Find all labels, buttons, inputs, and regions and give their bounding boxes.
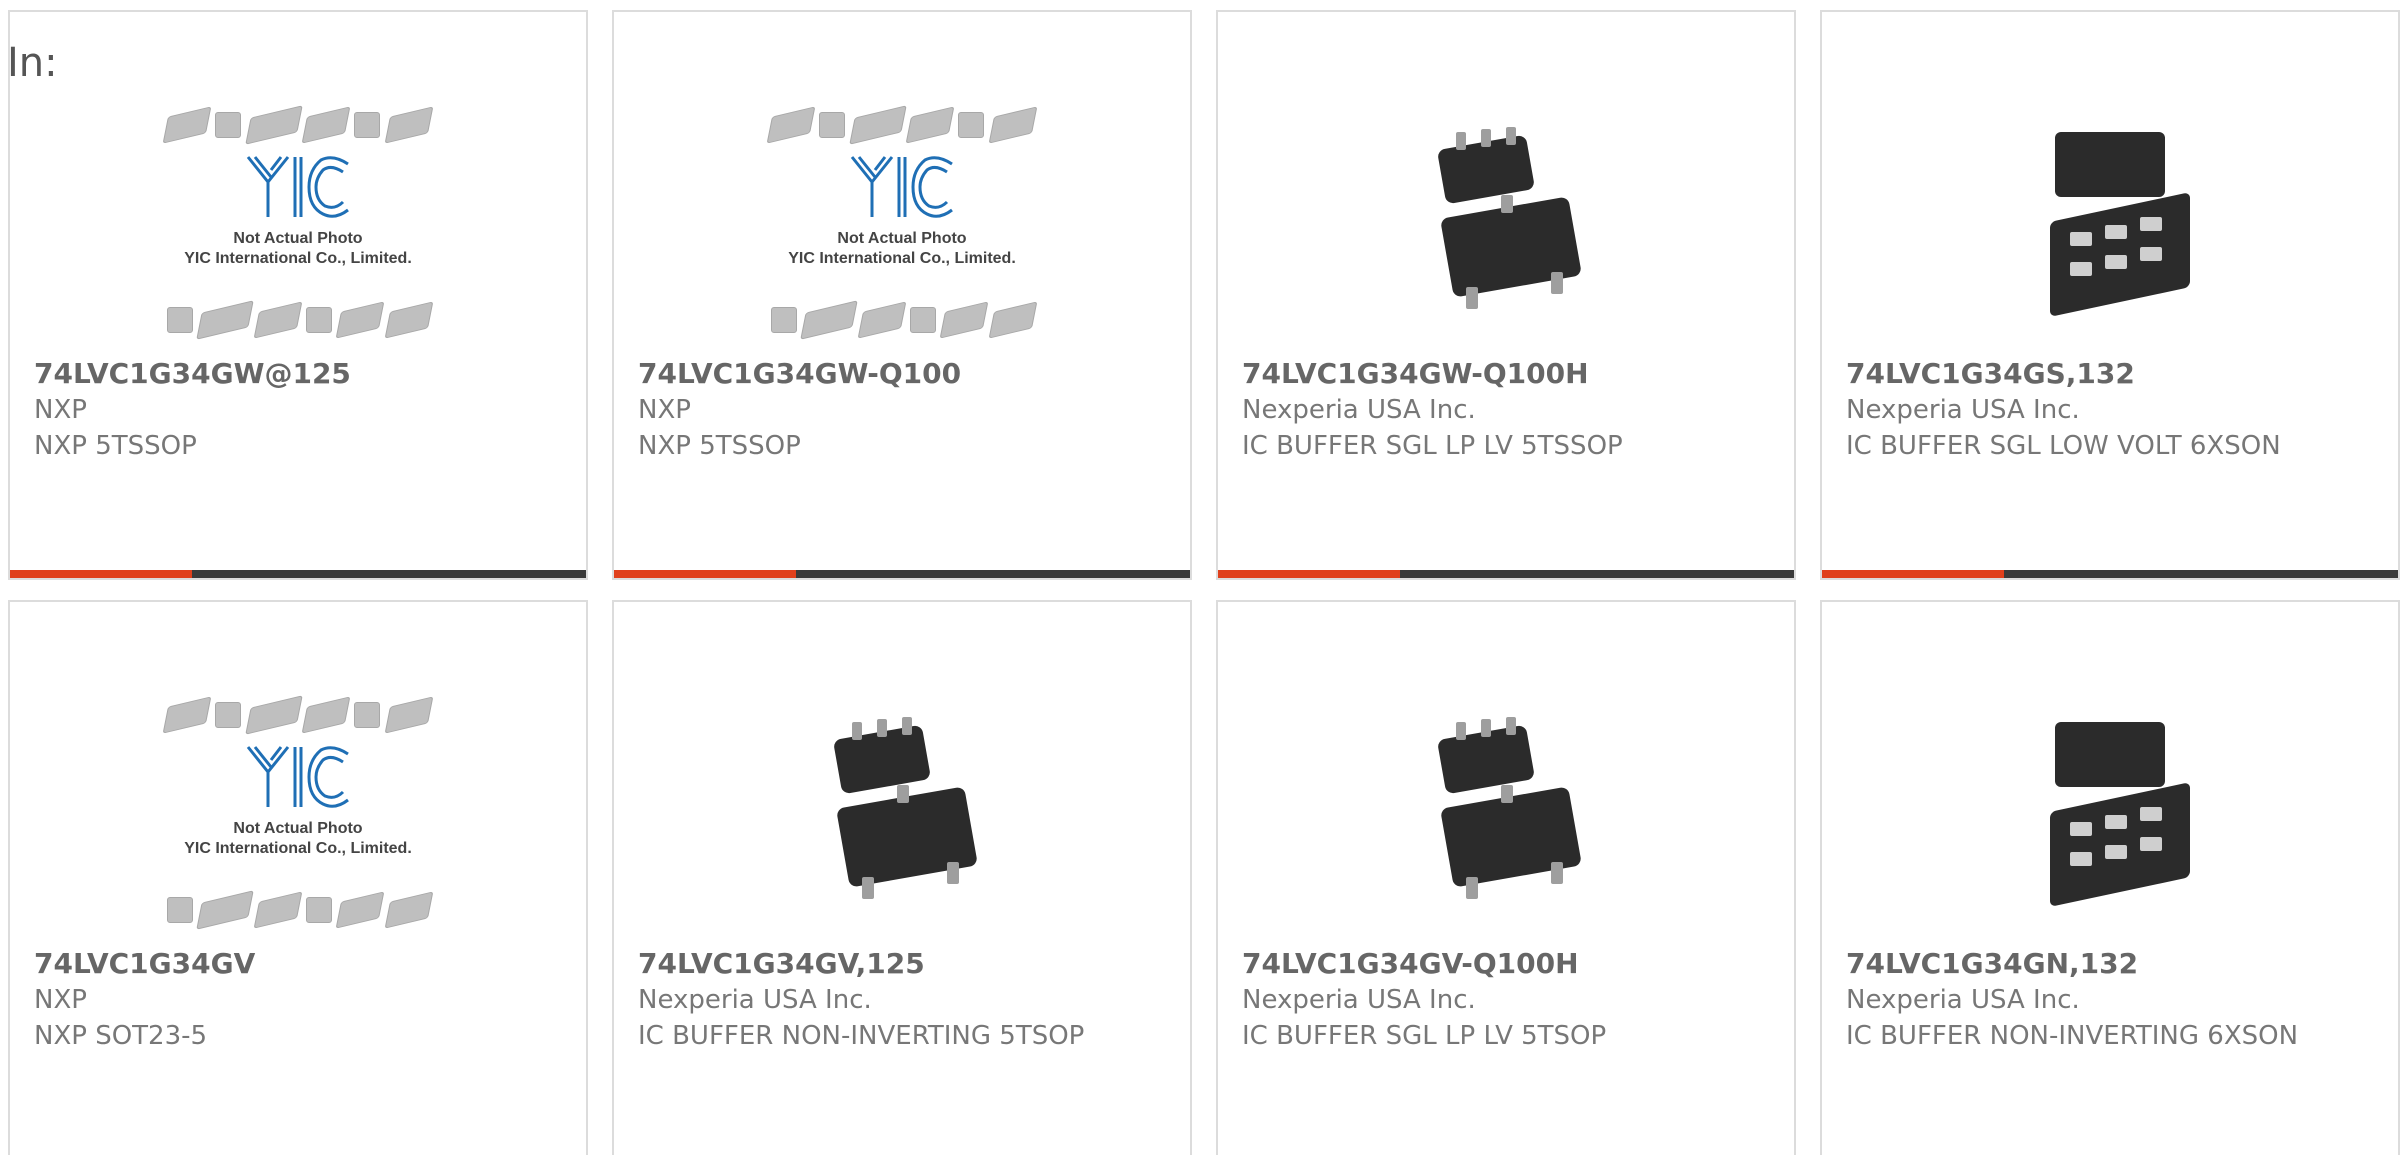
placeholder-company: YIC International Co., Limited. [788,250,1016,267]
product-manufacturer: NXP [34,985,87,1015]
product-manufacturer: Nexperia USA Inc. [1242,395,1476,425]
product-description: IC BUFFER SGL LP LV 5TSOP [1242,1021,1607,1051]
product-part-number[interactable]: 74LVC1G34GW@125 [34,357,351,390]
product-manufacturer: NXP [638,395,691,425]
product-part-number[interactable]: 74LVC1G34GV,125 [638,947,925,980]
card-accent-bar [1822,570,2004,578]
card-bottom-bar [10,570,586,578]
placeholder-note: Not Actual Photo [837,230,967,247]
xson-package-image [2010,117,2210,327]
yic-placeholder-image: Not Actual Photo YIC International Co., … [162,97,434,347]
card-accent-bar [614,570,796,578]
placeholder-company: YIC International Co., Limited. [184,840,412,857]
product-card[interactable]: 74LVC1G34GW-Q100H Nexperia USA Inc. IC B… [1216,10,1796,580]
product-description: NXP 5TSSOP [34,431,197,461]
sot-package-image [1406,117,1606,327]
yic-logo-icon [767,152,1037,222]
product-card[interactable]: 74LVC1G34GN,132 Nexperia USA Inc. IC BUF… [1820,600,2400,1155]
product-description: IC BUFFER NON-INVERTING 6XSON [1846,1021,2299,1051]
product-description: IC BUFFER SGL LP LV 5TSSOP [1242,431,1623,461]
filter-label: In: [7,40,58,86]
product-manufacturer: Nexperia USA Inc. [1242,985,1476,1015]
yic-placeholder-image: Not Actual Photo YIC International Co., … [766,97,1038,347]
yic-logo-icon [163,742,433,812]
product-manufacturer: Nexperia USA Inc. [1846,395,2080,425]
product-description: NXP 5TSSOP [638,431,801,461]
product-image[interactable]: Not Actual Photo YIC International Co., … [12,82,584,362]
card-accent-bar [10,570,192,578]
placeholder-note: Not Actual Photo [233,230,363,247]
sot-package-image [802,707,1002,917]
product-image[interactable]: Not Actual Photo YIC International Co., … [12,672,584,952]
product-part-number[interactable]: 74LVC1G34GN,132 [1846,947,2138,980]
product-description: IC BUFFER SGL LOW VOLT 6XSON [1846,431,2281,461]
yic-logo-icon [163,152,433,222]
product-part-number[interactable]: 74LVC1G34GW-Q100H [1242,357,1589,390]
product-card[interactable]: 74LVC1G34GV,125 Nexperia USA Inc. IC BUF… [612,600,1192,1155]
sot-package-image [1406,707,1606,917]
yic-placeholder-image: Not Actual Photo YIC International Co., … [162,687,434,937]
product-manufacturer: Nexperia USA Inc. [1846,985,2080,1015]
product-image[interactable] [1824,82,2396,362]
product-part-number[interactable]: 74LVC1G34GS,132 [1846,357,2135,390]
product-part-number[interactable]: 74LVC1G34GV [34,947,255,980]
xson-package-image [2010,707,2210,917]
product-card[interactable]: 74LVC1G34GS,132 Nexperia USA Inc. IC BUF… [1820,10,2400,580]
product-image[interactable]: Not Actual Photo YIC International Co., … [616,82,1188,362]
product-card[interactable]: 74LVC1G34GV-Q100H Nexperia USA Inc. IC B… [1216,600,1796,1155]
product-image[interactable] [1824,672,2396,952]
product-part-number[interactable]: 74LVC1G34GW-Q100 [638,357,961,390]
product-part-number[interactable]: 74LVC1G34GV-Q100H [1242,947,1579,980]
product-card[interactable]: Not Actual Photo YIC International Co., … [8,600,588,1155]
placeholder-company: YIC International Co., Limited. [184,250,412,267]
card-bottom-bar [1822,570,2398,578]
product-image[interactable] [1220,82,1792,362]
product-description: IC BUFFER NON-INVERTING 5TSOP [638,1021,1085,1051]
product-card[interactable]: Not Actual Photo YIC International Co., … [8,10,588,580]
card-bottom-bar [1218,570,1794,578]
placeholder-note: Not Actual Photo [233,820,363,837]
card-bottom-bar [614,570,1190,578]
product-manufacturer: Nexperia USA Inc. [638,985,872,1015]
product-card[interactable]: Not Actual Photo YIC International Co., … [612,10,1192,580]
product-manufacturer: NXP [34,395,87,425]
product-image[interactable] [616,672,1188,952]
card-accent-bar [1218,570,1400,578]
product-description: NXP SOT23-5 [34,1021,208,1051]
product-image[interactable] [1220,672,1792,952]
